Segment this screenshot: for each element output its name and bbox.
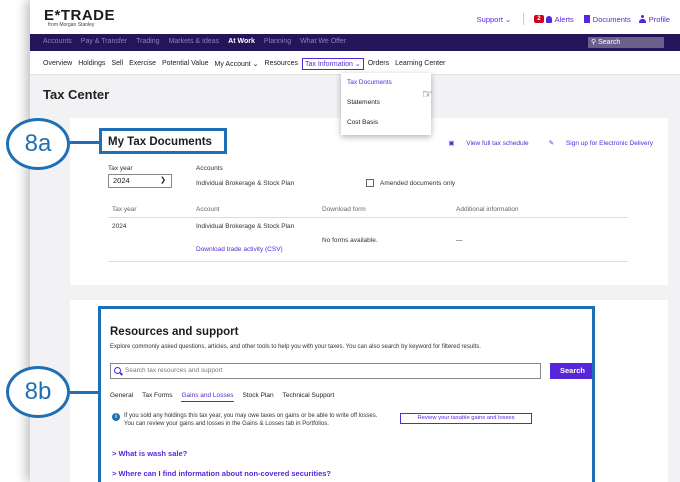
row-additional-info: — xyxy=(456,237,463,244)
sub-nav-potential-value[interactable]: Potential Value xyxy=(162,60,209,68)
brand-bar: E*TRADE from Morgan Stanley Support ⌄ 2 … xyxy=(30,0,680,34)
sub-nav-exercise[interactable]: Exercise xyxy=(129,60,156,68)
documents-link[interactable]: Documents xyxy=(583,14,631,24)
main-nav-pay-transfer[interactable]: Pay & Transfer xyxy=(81,38,127,45)
callout-8a: 8a xyxy=(6,118,70,170)
callout-8b: 8b xyxy=(6,366,70,418)
dropdown-statements[interactable]: Statements xyxy=(341,93,431,113)
documents-label: Documents xyxy=(592,14,631,24)
tax-year-label: Tax year xyxy=(108,165,133,172)
tax-year-select[interactable]: 2024 ❯ xyxy=(108,174,172,188)
accounts-label: Accounts xyxy=(196,165,223,172)
main-nav-markets-ideas[interactable]: Markets & Ideas xyxy=(169,38,220,45)
utility-divider xyxy=(523,13,525,25)
bell-icon xyxy=(545,15,552,23)
main-nav-accounts[interactable]: Accounts xyxy=(43,38,72,45)
download-csv-link[interactable]: Download trade activity (CSV) xyxy=(196,246,283,253)
table-bottom-divider xyxy=(108,261,628,262)
support-menu[interactable]: Support ⌄ xyxy=(477,15,512,24)
amended-label: Amended documents only xyxy=(380,180,456,187)
tax-doc-links: ▣ View full tax schedule ✎ Sign up for E… xyxy=(428,139,653,147)
main-nav: Accounts Pay & Transfer Trading Markets … xyxy=(30,34,680,51)
sub-nav-overview[interactable]: Overview xyxy=(43,60,72,68)
sub-nav: Overview Holdings Sell Exercise Potentia… xyxy=(30,51,680,75)
main-nav-what-we-offer[interactable]: What We Offer xyxy=(300,38,346,45)
chevron-down-icon: ❯ xyxy=(160,177,166,184)
sub-nav-learning-center[interactable]: Learning Center xyxy=(395,60,445,68)
dropdown-cost-basis[interactable]: Cost Basis xyxy=(341,113,431,133)
view-tax-schedule-link[interactable]: ▣ View full tax schedule xyxy=(438,139,528,147)
utility-links: Support ⌄ 2 Alerts Documents Profile xyxy=(477,13,670,25)
callout-8a-connector xyxy=(70,141,100,144)
table-header-divider xyxy=(108,217,628,218)
column-header-download-form: Download form xyxy=(322,206,366,213)
electronic-delivery-label: Sign up for Electronic Delivery xyxy=(565,140,653,147)
alerts-link[interactable]: 2 Alerts xyxy=(534,15,574,24)
view-tax-schedule-label: View full tax schedule xyxy=(466,140,529,147)
highlight-box-8b xyxy=(98,306,595,482)
tax-year-value: 2024 xyxy=(113,176,130,185)
amended-checkbox[interactable] xyxy=(366,179,374,187)
sub-nav-tax-information[interactable]: Tax Information ⌄ xyxy=(302,58,364,70)
dropdown-tax-documents[interactable]: Tax Documents xyxy=(341,73,431,93)
column-header-additional-info: Additional information xyxy=(456,206,519,213)
sub-nav-holdings[interactable]: Holdings xyxy=(78,60,105,68)
sub-nav-my-account[interactable]: My Account ⌄ xyxy=(215,60,259,68)
document-icon xyxy=(583,15,590,23)
row-download-form: No forms available. xyxy=(322,237,378,244)
nav-search-box[interactable]: ⚲ Search xyxy=(588,37,664,48)
etrade-logo[interactable]: E*TRADE from Morgan Stanley xyxy=(44,7,116,29)
edit-icon: ✎ xyxy=(548,140,556,147)
alerts-label: Alerts xyxy=(554,14,574,24)
accounts-value: Individual Brokerage & Stock Plan xyxy=(196,180,295,187)
column-header-tax-year: Tax year xyxy=(112,206,137,213)
row-account: Individual Brokerage & Stock Plan xyxy=(196,223,295,230)
electronic-delivery-link[interactable]: ✎ Sign up for Electronic Delivery xyxy=(539,139,653,147)
nav-search-label: Search xyxy=(598,39,621,46)
main-nav-at-work[interactable]: At Work xyxy=(228,38,255,45)
main-nav-planning[interactable]: Planning xyxy=(264,38,291,45)
calendar-icon: ▣ xyxy=(448,140,457,147)
alerts-count-badge: 2 xyxy=(534,15,544,23)
callout-8b-connector xyxy=(70,391,100,394)
user-icon xyxy=(638,15,646,23)
profile-link[interactable]: Profile xyxy=(638,14,670,24)
page-title: Tax Center xyxy=(43,87,110,102)
sub-nav-sell[interactable]: Sell xyxy=(111,60,123,68)
row-tax-year: 2024 xyxy=(112,223,127,230)
tax-information-dropdown: Tax Documents Statements Cost Basis xyxy=(341,73,431,135)
logo-text: E*TRADE xyxy=(44,7,116,24)
sub-nav-orders[interactable]: Orders xyxy=(368,60,389,68)
highlight-box-8a xyxy=(99,128,227,154)
main-nav-trading[interactable]: Trading xyxy=(136,38,159,45)
sub-nav-resources[interactable]: Resources xyxy=(265,60,298,68)
browser-window: E*TRADE from Morgan Stanley Support ⌄ 2 … xyxy=(30,0,680,482)
column-header-account: Account xyxy=(196,206,220,213)
hand-cursor-icon: ☞ xyxy=(422,87,433,101)
profile-label: Profile xyxy=(648,14,670,24)
